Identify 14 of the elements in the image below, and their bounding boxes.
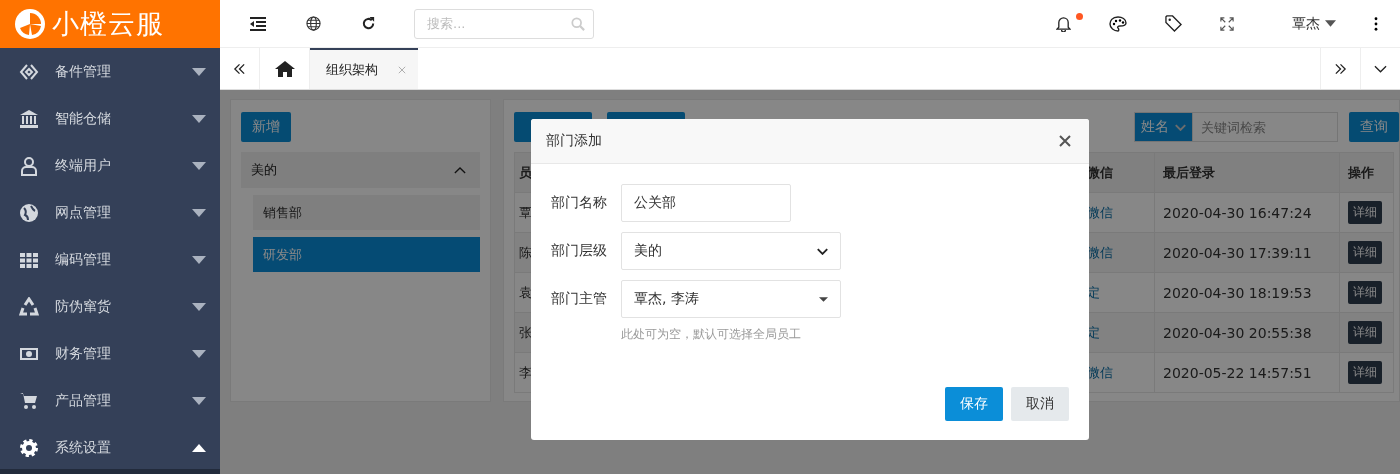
field-label: 部门主管 bbox=[551, 289, 608, 308]
logo-text: 小橙云服 bbox=[52, 7, 164, 41]
hint-text: 此处可为空，默认可选择全局员工 bbox=[621, 326, 802, 343]
table-cell-text: 覃 bbox=[518, 203, 533, 222]
column-header: 员 bbox=[518, 163, 533, 182]
field-label: 部门层级 bbox=[551, 241, 608, 260]
column-header: 操作 bbox=[1347, 163, 1375, 182]
table-cell-text: 张 bbox=[518, 323, 533, 342]
field-label: 部门名称 bbox=[551, 193, 608, 212]
table-cell: 2020-05-22 14:57:51 bbox=[1155, 353, 1340, 392]
table-cell-text: 袁 bbox=[518, 283, 533, 302]
dialog-title: 部门添加 bbox=[546, 132, 602, 150]
table-cell-text: 李 bbox=[518, 363, 533, 382]
table-cell-text: 陈 bbox=[518, 243, 533, 262]
